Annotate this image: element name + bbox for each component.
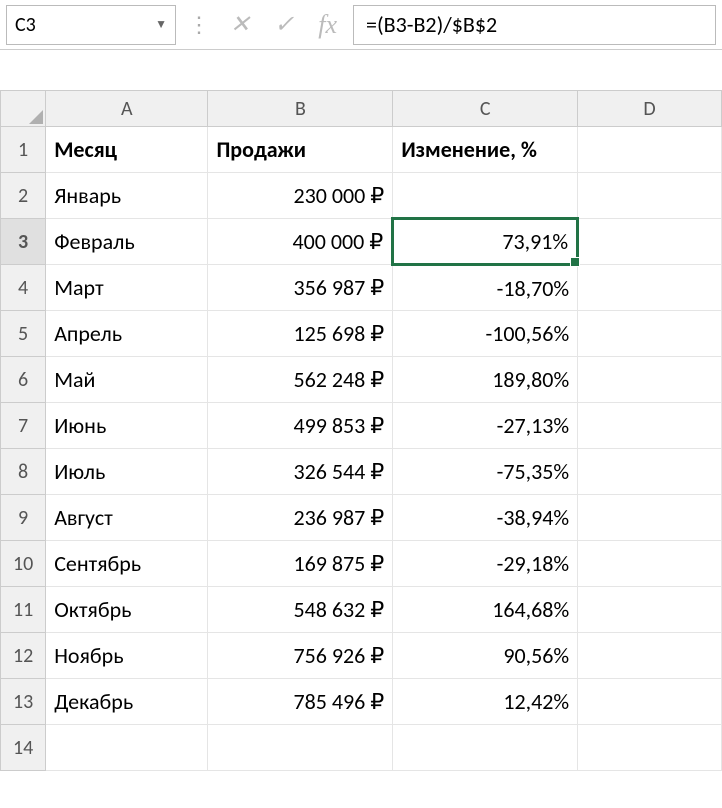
name-box[interactable]: C3 ▼ (6, 5, 176, 45)
spreadsheet-grid: A B C D 1МесяцПродажиИзменение, % 2Январь… (0, 90, 722, 771)
cell-C14[interactable] (393, 725, 578, 771)
cell-D3[interactable] (578, 219, 722, 265)
cell-C12[interactable]: 90,56% (393, 633, 578, 679)
cell-B13[interactable]: 785 496 ₽ (208, 679, 393, 725)
row-header-10[interactable]: 10 (1, 541, 46, 587)
cell-B10[interactable]: 169 875 ₽ (208, 541, 393, 587)
cell-C11[interactable]: 164,68% (393, 587, 578, 633)
cell-B4[interactable]: 356 987 ₽ (208, 265, 393, 311)
row-header-12[interactable]: 12 (1, 633, 46, 679)
cell-B1[interactable]: Продажи (208, 127, 393, 173)
row-header-8[interactable]: 8 (1, 449, 46, 495)
cell-A5[interactable]: Апрель (46, 311, 208, 357)
formula-input[interactable]: =(B3-B2)/$B$2 (353, 5, 716, 45)
cell-B5[interactable]: 125 698 ₽ (208, 311, 393, 357)
col-header-C[interactable]: C (393, 91, 578, 127)
cell-B8[interactable]: 326 544 ₽ (208, 449, 393, 495)
cancel-icon[interactable]: ✕ (230, 10, 250, 39)
cell-D8[interactable] (578, 449, 722, 495)
cell-D4[interactable] (578, 265, 722, 311)
cell-D6[interactable] (578, 357, 722, 403)
cell-D1[interactable] (578, 127, 722, 173)
cell-D11[interactable] (578, 587, 722, 633)
cell-C2[interactable] (393, 173, 578, 219)
chevron-down-icon[interactable]: ▼ (155, 17, 167, 32)
cell-A3[interactable]: Февраль (46, 219, 208, 265)
cell-D5[interactable] (578, 311, 722, 357)
cell-B6[interactable]: 562 248 ₽ (208, 357, 393, 403)
cell-D14[interactable] (578, 725, 722, 771)
row-header-1[interactable]: 1 (1, 127, 46, 173)
cell-A2[interactable]: Январь (46, 173, 208, 219)
select-all-corner[interactable] (1, 91, 46, 127)
cell-B12[interactable]: 756 926 ₽ (208, 633, 393, 679)
cell-A12[interactable]: Ноябрь (46, 633, 208, 679)
cell-A6[interactable]: Май (46, 357, 208, 403)
formula-bar: C3 ▼ ⋮ ✕ ✓ fx =(B3-B2)/$B$2 (0, 0, 722, 50)
name-box-value: C3 (15, 13, 36, 37)
formula-text: =(B3-B2)/$B$2 (366, 11, 497, 38)
cell-C5[interactable]: -100,56% (393, 311, 578, 357)
row-header-2[interactable]: 2 (1, 173, 46, 219)
cell-A7[interactable]: Июнь (46, 403, 208, 449)
cell-A11[interactable]: Октябрь (46, 587, 208, 633)
cell-C3[interactable]: 73,91% (393, 219, 578, 265)
row-header-4[interactable]: 4 (1, 265, 46, 311)
cell-D13[interactable] (578, 679, 722, 725)
cell-A9[interactable]: Август (46, 495, 208, 541)
formula-bar-icons: ✕ ✓ fx (222, 10, 345, 40)
cell-A13[interactable]: Декабрь (46, 679, 208, 725)
cell-C6[interactable]: 189,80% (393, 357, 578, 403)
col-header-D[interactable]: D (578, 91, 722, 127)
cell-A8[interactable]: Июль (46, 449, 208, 495)
cell-B9[interactable]: 236 987 ₽ (208, 495, 393, 541)
cell-C1[interactable]: Изменение, % (393, 127, 578, 173)
cell-D7[interactable] (578, 403, 722, 449)
cell-B2[interactable]: 230 000 ₽ (208, 173, 393, 219)
confirm-icon[interactable]: ✓ (274, 10, 294, 39)
cell-B7[interactable]: 499 853 ₽ (208, 403, 393, 449)
cell-A1[interactable]: Месяц (46, 127, 208, 173)
cell-D2[interactable] (578, 173, 722, 219)
row-header-5[interactable]: 5 (1, 311, 46, 357)
row-header-6[interactable]: 6 (1, 357, 46, 403)
cell-C8[interactable]: -75,35% (393, 449, 578, 495)
row-header-11[interactable]: 11 (1, 587, 46, 633)
fx-icon[interactable]: fx (318, 10, 337, 40)
cell-B14[interactable] (208, 725, 393, 771)
row-header-13[interactable]: 13 (1, 679, 46, 725)
cell-C7[interactable]: -27,13% (393, 403, 578, 449)
cell-C4[interactable]: -18,70% (393, 265, 578, 311)
cell-A10[interactable]: Сентябрь (46, 541, 208, 587)
cell-A4[interactable]: Март (46, 265, 208, 311)
cell-C9[interactable]: -38,94% (393, 495, 578, 541)
row-header-3[interactable]: 3 (1, 219, 46, 265)
cell-D12[interactable] (578, 633, 722, 679)
separator: ⋮ (184, 11, 214, 38)
cell-D10[interactable] (578, 541, 722, 587)
row-header-7[interactable]: 7 (1, 403, 46, 449)
cell-A14[interactable] (46, 725, 208, 771)
row-header-9[interactable]: 9 (1, 495, 46, 541)
cell-B11[interactable]: 548 632 ₽ (208, 587, 393, 633)
cell-B3[interactable]: 400 000 ₽ (208, 219, 393, 265)
cell-C10[interactable]: -29,18% (393, 541, 578, 587)
cell-D9[interactable] (578, 495, 722, 541)
col-header-A[interactable]: A (46, 91, 208, 127)
row-header-14[interactable]: 14 (1, 725, 46, 771)
cell-C13[interactable]: 12,42% (393, 679, 578, 725)
col-header-B[interactable]: B (208, 91, 393, 127)
